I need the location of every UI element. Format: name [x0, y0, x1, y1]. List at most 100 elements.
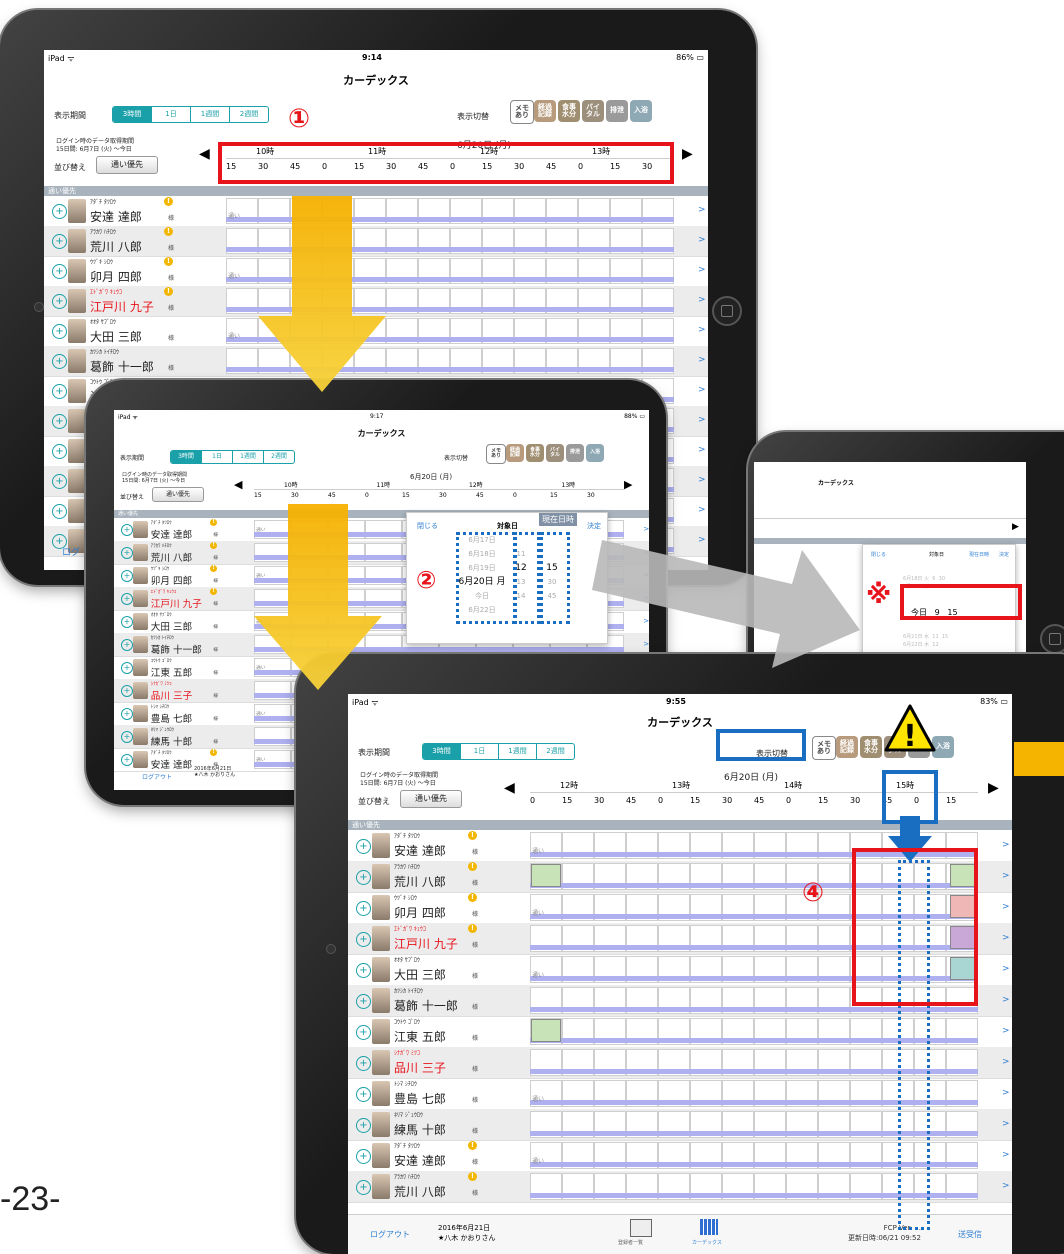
- chevron-right-icon[interactable]: >: [698, 235, 706, 245]
- tab-3h[interactable]: 3時間: [171, 451, 201, 463]
- expand-icon[interactable]: +: [356, 900, 371, 916]
- logout-link[interactable]: ログアウト: [370, 1229, 410, 1240]
- sort-button[interactable]: 通い優先: [400, 790, 462, 808]
- chevron-right-icon[interactable]: >: [1002, 995, 1010, 1005]
- memo-icon[interactable]: メモ あり: [510, 100, 534, 124]
- now-button[interactable]: 現在日時: [539, 513, 577, 526]
- tab-1d[interactable]: 1日: [460, 744, 498, 759]
- expand-icon[interactable]: +: [52, 264, 67, 279]
- expand-icon[interactable]: +: [356, 993, 371, 1009]
- chevron-right-icon[interactable]: >: [698, 205, 706, 215]
- decide-button[interactable]: 決定: [999, 551, 1009, 558]
- chevron-right-icon[interactable]: >: [1002, 840, 1010, 850]
- expand-icon[interactable]: +: [120, 592, 134, 606]
- expand-icon[interactable]: +: [52, 234, 67, 249]
- expand-icon[interactable]: +: [120, 615, 134, 629]
- expand-icon[interactable]: +: [120, 684, 134, 698]
- chevron-right-icon[interactable]: >: [698, 415, 706, 425]
- expand-icon[interactable]: +: [52, 474, 67, 489]
- expand-icon[interactable]: +: [356, 1086, 371, 1102]
- chevron-right-icon[interactable]: >: [1002, 964, 1010, 974]
- sort-button[interactable]: 通い優先: [152, 487, 204, 502]
- next-arrow[interactable]: ▶: [988, 780, 999, 796]
- vital-icon[interactable]: バイ タル: [546, 444, 564, 462]
- prev-arrow[interactable]: ◀: [234, 478, 242, 491]
- tab-2w[interactable]: 2週間: [229, 107, 268, 122]
- chevron-right-icon[interactable]: >: [1002, 902, 1010, 912]
- expand-icon[interactable]: +: [120, 661, 134, 675]
- tab-1d[interactable]: 1日: [201, 451, 232, 463]
- tab-1d[interactable]: 1日: [151, 107, 190, 122]
- bath-icon[interactable]: 入浴: [630, 100, 652, 122]
- tab-1w[interactable]: 1週間: [232, 451, 263, 463]
- expand-icon[interactable]: +: [356, 931, 371, 947]
- record-cell[interactable]: [531, 1019, 561, 1042]
- meal-icon[interactable]: 食事 水分: [860, 736, 882, 758]
- chevron-right-icon[interactable]: >: [1002, 1150, 1010, 1160]
- list-icon[interactable]: [630, 1219, 652, 1237]
- chevron-right-icon[interactable]: >: [698, 325, 706, 335]
- memo-icon[interactable]: メモ あり: [812, 736, 836, 760]
- expand-icon[interactable]: +: [120, 523, 134, 537]
- tab-2w[interactable]: 2週間: [536, 744, 574, 759]
- progress-record-icon[interactable]: 経過 記録: [836, 736, 858, 758]
- close-button[interactable]: 閉じる: [871, 551, 886, 558]
- chevron-right-icon[interactable]: >: [1002, 1057, 1010, 1067]
- expand-icon[interactable]: +: [356, 1148, 371, 1164]
- chevron-right-icon[interactable]: >: [698, 355, 706, 365]
- chevron-right-icon[interactable]: >: [698, 295, 706, 305]
- chevron-right-icon[interactable]: >: [1002, 1181, 1010, 1191]
- next-arrow[interactable]: ▶: [682, 146, 693, 162]
- expand-icon[interactable]: +: [120, 730, 134, 744]
- expand-icon[interactable]: +: [52, 444, 67, 459]
- chevron-right-icon[interactable]: >: [1002, 1119, 1010, 1129]
- home-button-1[interactable]: [712, 296, 742, 326]
- tab-1w[interactable]: 1週間: [498, 744, 536, 759]
- logout-link[interactable]: ログ: [62, 545, 80, 558]
- expand-icon[interactable]: +: [52, 324, 67, 339]
- memo-icon[interactable]: メモ あり: [486, 444, 506, 464]
- tab-3h[interactable]: 3時間: [113, 107, 151, 122]
- expand-icon[interactable]: +: [52, 504, 67, 519]
- logout-link[interactable]: ログアウト: [142, 772, 172, 781]
- nav-kardex-label[interactable]: カーデックス: [692, 1239, 722, 1246]
- expand-icon[interactable]: +: [120, 753, 134, 767]
- vital-icon[interactable]: バイ タル: [582, 100, 604, 122]
- chevron-right-icon[interactable]: >: [1002, 1026, 1010, 1036]
- chevron-right-icon[interactable]: >: [1002, 1088, 1010, 1098]
- expand-icon[interactable]: +: [52, 204, 67, 219]
- expand-icon[interactable]: +: [52, 414, 67, 429]
- expand-icon[interactable]: +: [356, 1117, 371, 1133]
- expand-icon[interactable]: +: [120, 638, 134, 652]
- excretion-icon[interactable]: 排泄: [606, 100, 628, 122]
- meal-icon[interactable]: 食事 水分: [526, 444, 544, 462]
- expand-icon[interactable]: +: [356, 1179, 371, 1195]
- record-cell[interactable]: [531, 864, 561, 887]
- expand-icon[interactable]: +: [52, 384, 67, 399]
- expand-icon[interactable]: +: [356, 838, 371, 854]
- progress-record-icon[interactable]: 経過 記録: [534, 100, 556, 122]
- expand-icon[interactable]: +: [356, 1024, 371, 1040]
- expand-icon[interactable]: +: [120, 546, 134, 560]
- bath-icon[interactable]: 入浴: [586, 444, 604, 462]
- next-arrow[interactable]: ▶: [1012, 522, 1019, 532]
- expand-icon[interactable]: +: [52, 354, 67, 369]
- chevron-right-icon[interactable]: >: [698, 265, 706, 275]
- expand-icon[interactable]: +: [356, 869, 371, 885]
- close-button[interactable]: 閉じる: [417, 521, 438, 531]
- expand-icon[interactable]: +: [120, 569, 134, 583]
- nav-list-label[interactable]: 登録者一覧: [618, 1239, 643, 1246]
- expand-icon[interactable]: +: [356, 962, 371, 978]
- expand-icon[interactable]: +: [52, 294, 67, 309]
- meal-icon[interactable]: 食事 水分: [558, 100, 580, 122]
- excretion-icon[interactable]: 排泄: [566, 444, 584, 462]
- tab-1w[interactable]: 1週間: [190, 107, 229, 122]
- kardex-icon[interactable]: [700, 1219, 718, 1235]
- chevron-right-icon[interactable]: >: [698, 385, 706, 395]
- progress-record-icon[interactable]: 経過 記録: [506, 444, 524, 462]
- home-button-3[interactable]: [1040, 624, 1064, 654]
- tab-3h[interactable]: 3時間: [423, 744, 460, 759]
- prev-arrow[interactable]: ◀: [199, 146, 210, 162]
- now-button[interactable]: 現在日時: [969, 551, 989, 558]
- chevron-right-icon[interactable]: >: [1002, 933, 1010, 943]
